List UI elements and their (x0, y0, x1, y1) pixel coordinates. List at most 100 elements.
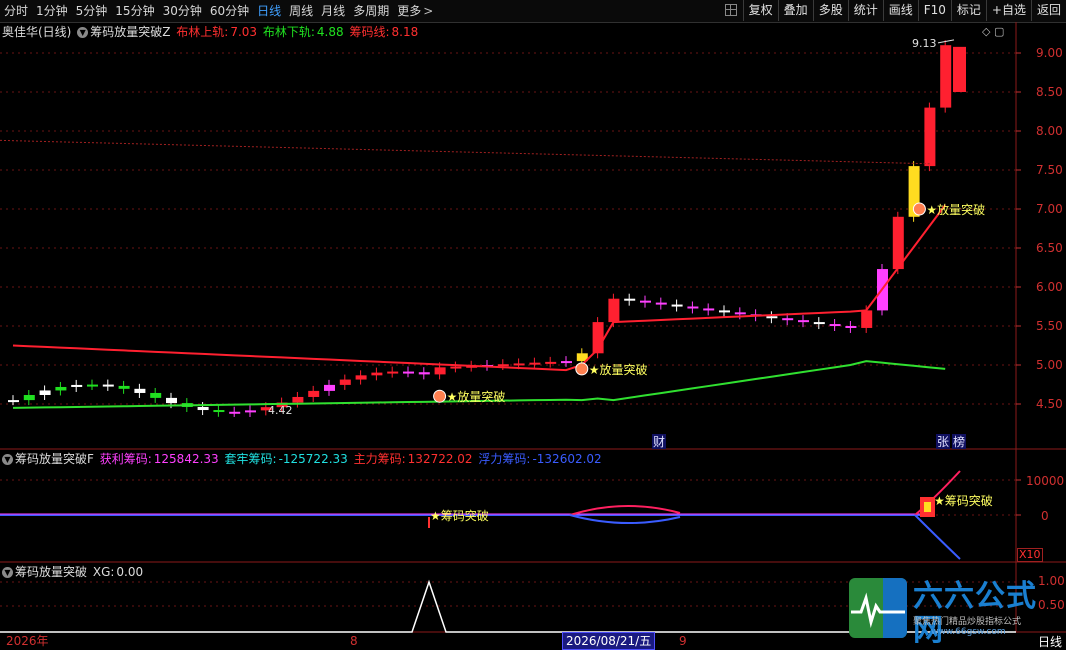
chip-line-label: 筹码线: (349, 25, 390, 39)
diamond-icon[interactable]: ◇ (982, 25, 990, 38)
profit-chip-value: 125842.33 (153, 452, 219, 466)
logo-mark-icon (849, 578, 907, 638)
y-tick: 8.00 (1036, 124, 1063, 138)
sub1-y-tick: 10000 (1026, 474, 1065, 488)
candle-body (150, 392, 162, 398)
y-tick: 4.50 (1036, 397, 1063, 411)
chip-breakout-label: ★筹码突破 (430, 508, 489, 523)
y-tick: 7.50 (1036, 163, 1063, 177)
main-legend: 奥佳华(日线) ▼ 筹码放量突破Z 布林上轨: 7.03 布林下轨: 4.88 筹码线… (2, 24, 420, 40)
candle-body (166, 397, 177, 404)
chevron-down-icon[interactable]: ▼ (77, 27, 89, 38)
candle-body (655, 302, 667, 305)
watermark-url: www.66gsw.com (931, 627, 1006, 637)
collapse-icon[interactable]: ▢ (994, 25, 1004, 38)
candle-body (292, 396, 304, 403)
chip-breakout-inner (924, 502, 931, 512)
candle-body (197, 406, 209, 411)
kline-chart[interactable]: ★放量突破 ★放量突破 ★放量突破 9.13 4.42 财 张榜 ★筹码突破 ★筹码突破 (0, 0, 1066, 650)
y-tick: 8.50 (1036, 85, 1063, 99)
multiplier-badge: X10 (1017, 548, 1043, 562)
candle-body (324, 384, 335, 391)
candle-body (640, 300, 651, 303)
candle-body (813, 322, 825, 325)
event-limit-up: 榜 (953, 434, 965, 449)
candle-body (387, 371, 399, 374)
candle-body (403, 371, 414, 374)
low-price-label: 4.42 (268, 404, 293, 417)
candle-body (213, 410, 225, 413)
main-chip-value: 132722.02 (407, 452, 473, 466)
candle-body (355, 375, 367, 380)
breakout-label: ★放量突破 (926, 202, 985, 217)
candle-body (703, 308, 715, 311)
y-tick: 6.00 (1036, 280, 1063, 294)
candle-body (798, 320, 809, 323)
candle-body (23, 394, 35, 401)
candle-body (545, 361, 557, 364)
boll-upper-label: 布林上轨: (176, 25, 229, 39)
trapped-chip-label: 套牢筹码: (224, 452, 277, 466)
sub1-indicator-name[interactable]: 筹码放量突破F (15, 452, 94, 466)
candle-body (39, 390, 51, 395)
candle-body (134, 388, 146, 393)
boll-upper-value: 7.03 (230, 25, 258, 39)
candle-body (561, 361, 572, 364)
chip-line (0, 139, 931, 165)
panel-icons[interactable]: ◇ ▢ (982, 25, 1004, 38)
candle-body (513, 363, 525, 366)
y-tick: 5.00 (1036, 358, 1063, 372)
main-chip-label: 主力筹码: (353, 452, 406, 466)
xg-label: XG: (92, 565, 115, 579)
candle-body (687, 306, 699, 309)
candle-body (924, 107, 936, 167)
chip-breakout-label: ★筹码突破 (934, 493, 993, 508)
candle-body (624, 298, 636, 301)
candle-body (308, 390, 320, 397)
chip-line-value: 8.18 (391, 25, 419, 39)
candle-body (229, 411, 241, 414)
candle-body (861, 310, 873, 328)
timeline-month-9: 9 (679, 634, 687, 648)
candle-body (719, 310, 730, 313)
candle-body (434, 367, 446, 375)
candle-body (766, 316, 778, 319)
candle-body (782, 318, 794, 321)
sub2-indicator-name[interactable]: 筹码放量突破 (15, 565, 87, 579)
candle-body (497, 364, 509, 367)
float-chip-label: 浮力筹码: (478, 452, 531, 466)
candle-body (529, 362, 541, 365)
trapped-chip-value: -125722.33 (278, 452, 348, 466)
watermark-subtitle: 聚焦热门精品炒股指标公式 (913, 617, 1022, 627)
sub2-legend: ▼ 筹码放量突破 XG: 0.00 (2, 564, 145, 580)
candle-body (450, 366, 462, 369)
candle-body (339, 379, 351, 385)
candle-body (55, 386, 67, 391)
sub1-legend: ▼ 筹码放量突破F 获利筹码: 125842.33 套牢筹码: -125722.33 … (2, 451, 604, 467)
candle-body-last (953, 46, 966, 92)
stock-name: 奥佳华(日线) (2, 25, 72, 39)
breakout-marker (433, 389, 447, 403)
main-indicator-name[interactable]: 筹码放量突破Z (90, 25, 170, 39)
high-price-label: 9.13 (912, 37, 937, 50)
profit-chip-label: 获利筹码: (99, 452, 152, 466)
chevron-down-icon[interactable]: ▼ (2, 454, 13, 465)
y-tick: 9.00 (1036, 46, 1063, 60)
y-tick: 7.00 (1036, 202, 1063, 216)
candle-body (245, 410, 256, 413)
candle-body (418, 372, 430, 375)
float-chip-fall (914, 514, 961, 560)
breakout-label: ★放量突破 (589, 362, 648, 377)
candle-body (118, 385, 130, 389)
watermark-logo: 六六公式网 聚焦热门精品炒股指标公式 www.66gsw.com (849, 578, 1059, 648)
high-price-pointer (937, 39, 955, 44)
candle-body (671, 304, 683, 307)
candle-body (608, 298, 620, 323)
float-chip-value: -132602.02 (532, 452, 602, 466)
chevron-down-icon[interactable]: ▼ (2, 567, 13, 578)
candle-body (8, 400, 19, 403)
candle-body (940, 45, 952, 108)
breakout-marker (575, 362, 589, 376)
candle-body (371, 372, 383, 376)
candle-body (102, 384, 114, 387)
